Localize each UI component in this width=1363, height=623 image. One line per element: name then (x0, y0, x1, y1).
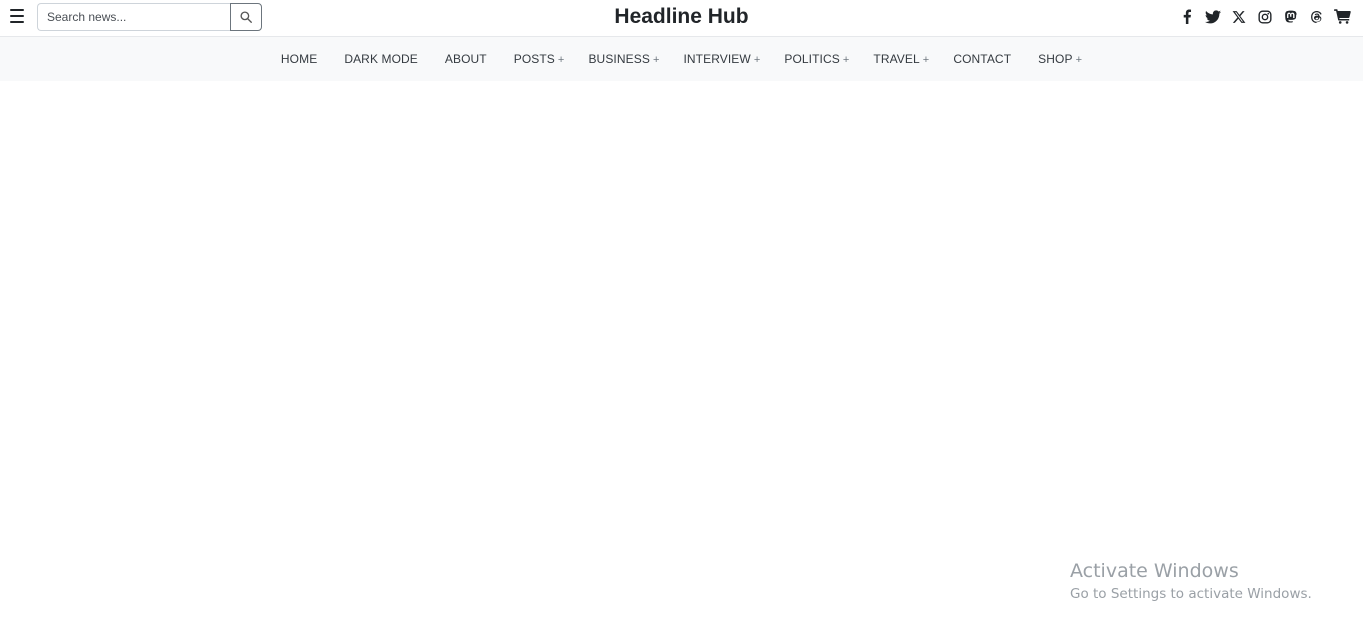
nav-item-label: DARK MODE (344, 52, 418, 66)
dropdown-plus-icon: + (753, 54, 761, 66)
twitter-icon[interactable] (1204, 8, 1221, 25)
dropdown-plus-icon: + (557, 54, 565, 66)
nav-item-label: HOME (280, 52, 318, 66)
dropdown-plus-icon: + (652, 54, 660, 66)
nav-item-home[interactable]: HOME (269, 52, 332, 66)
nav-item-politics[interactable]: POLITICS + (772, 52, 861, 66)
dropdown-plus-icon: + (842, 54, 850, 66)
nav-list: HOME DARK MODE ABOUT POSTS + BUSINESS + IN… (269, 52, 1094, 66)
nav-item-label: BUSINESS (588, 52, 650, 66)
facebook-icon[interactable] (1178, 8, 1195, 25)
watermark-title: Activate Windows (1070, 560, 1239, 582)
x-icon[interactable] (1230, 8, 1247, 25)
nav-item-label: TRAVEL (873, 52, 920, 66)
nav-item-dark-mode[interactable]: DARK MODE (332, 52, 433, 66)
dropdown-plus-icon: + (1075, 54, 1083, 66)
search-button[interactable] (230, 3, 262, 31)
nav-item-label: CONTACT (953, 52, 1012, 66)
nav-item-label: POLITICS (784, 52, 840, 66)
nav-item-travel[interactable]: TRAVEL + (861, 52, 941, 66)
menu-line (10, 9, 24, 11)
search-form (37, 3, 262, 31)
windows-activation-watermark: Activate Windows Go to Settings to activ… (1070, 560, 1312, 605)
nav-item-interview[interactable]: INTERVIEW + (671, 52, 772, 66)
instagram-icon[interactable] (1256, 8, 1273, 25)
nav-item-business[interactable]: BUSINESS + (576, 52, 671, 66)
nav-item-label: INTERVIEW (683, 52, 751, 66)
nav-item-shop[interactable]: SHOP + (1026, 52, 1094, 66)
mastodon-icon[interactable] (1282, 8, 1299, 25)
top-header: Headline Hub (0, 0, 1363, 37)
menu-line (10, 15, 24, 17)
nav-item-label: SHOP (1038, 52, 1073, 66)
search-icon (240, 11, 252, 23)
social-links (1178, 8, 1351, 25)
main-navigation: HOME DARK MODE ABOUT POSTS + BUSINESS + IN… (0, 37, 1363, 81)
watermark-subtitle: Go to Settings to activate Windows. (1070, 586, 1312, 602)
search-input[interactable] (37, 3, 231, 31)
threads-icon[interactable] (1308, 8, 1325, 25)
nav-item-label: ABOUT (444, 52, 487, 66)
menu-line (10, 21, 24, 23)
hamburger-menu-icon[interactable] (9, 8, 25, 24)
cart-icon[interactable] (1334, 8, 1351, 25)
nav-item-label: POSTS (513, 52, 555, 66)
nav-item-about[interactable]: ABOUT (433, 52, 502, 66)
dropdown-plus-icon: + (922, 54, 930, 66)
nav-item-contact[interactable]: CONTACT (941, 52, 1026, 66)
nav-item-posts[interactable]: POSTS + (502, 52, 577, 66)
